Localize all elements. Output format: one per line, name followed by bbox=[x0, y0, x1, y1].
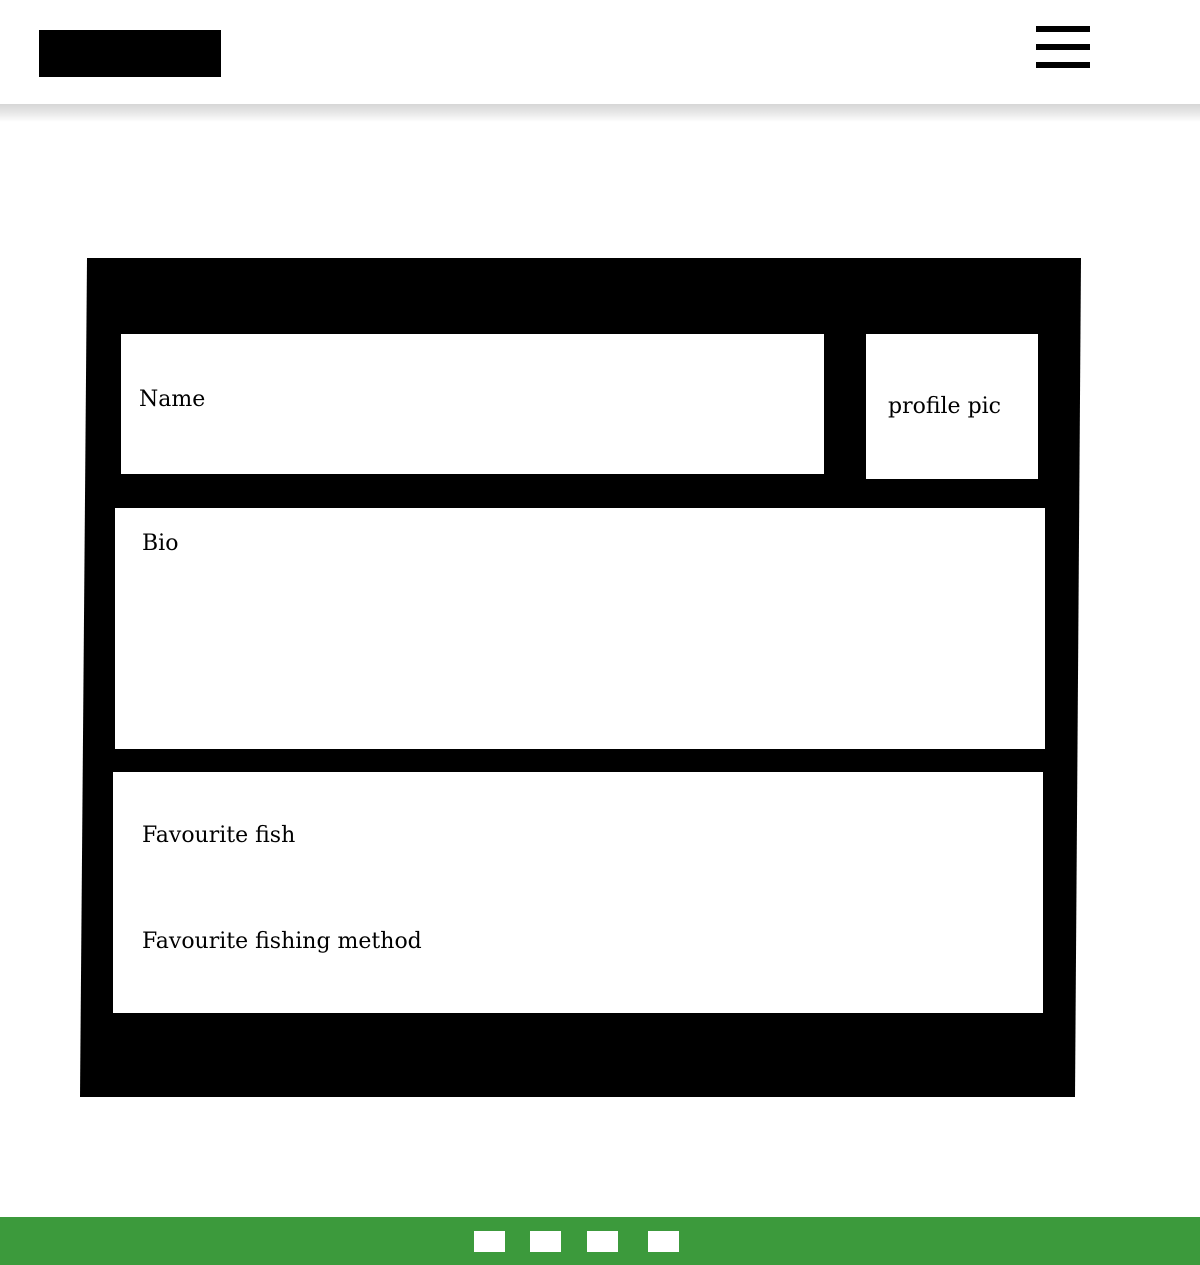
footer-nav-button-4[interactable] bbox=[648, 1231, 679, 1252]
footer-bar bbox=[0, 1217, 1200, 1265]
favourite-fishing-method-label: Favourite fishing method bbox=[142, 929, 422, 954]
name-label: Name bbox=[139, 387, 206, 412]
favourites-section[interactable]: Favourite fish Favourite fishing method bbox=[113, 772, 1043, 1013]
name-field[interactable]: Name bbox=[121, 334, 824, 474]
footer-nav-button-3[interactable] bbox=[587, 1231, 618, 1252]
bio-label: Bio bbox=[142, 531, 179, 556]
profile-pic-box[interactable]: profile pic bbox=[866, 334, 1038, 479]
profile-pic-label: profile pic bbox=[888, 394, 1002, 419]
footer-nav-button-1[interactable] bbox=[474, 1231, 505, 1252]
bio-field[interactable]: Bio bbox=[115, 508, 1045, 749]
footer-nav-button-2[interactable] bbox=[530, 1231, 561, 1252]
favourite-fish-label: Favourite fish bbox=[142, 823, 296, 848]
